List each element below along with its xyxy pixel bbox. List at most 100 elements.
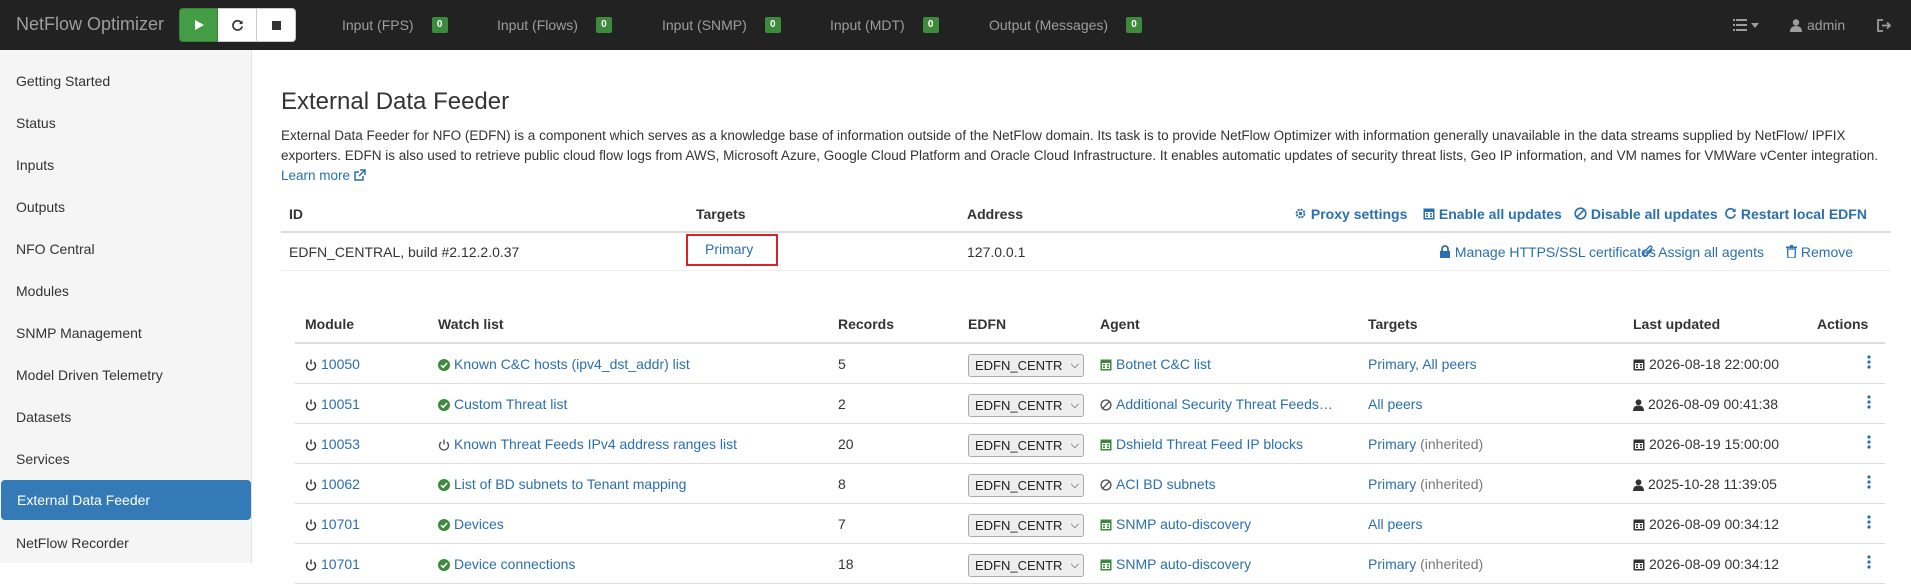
learn-more-link[interactable]: Learn more <box>281 168 366 183</box>
nav-stat-input-mdt[interactable]: Input (MDT) 0 <box>830 0 939 50</box>
targets-link[interactable]: Primary, All peers <box>1368 356 1477 372</box>
proxy-settings-link[interactable]: Proxy settings <box>1294 195 1407 233</box>
table-row: 10051 Custom Threat list 2 EDFN_CENTR ⌵ Addit… <box>295 384 1885 424</box>
watch-list-link[interactable]: Device connections <box>438 544 575 584</box>
nav-stat-input-flows[interactable]: Input (Flows) 0 <box>497 0 612 50</box>
agent-link[interactable]: Dshield Threat Feed IP blocks <box>1100 424 1303 464</box>
edfn-select[interactable]: EDFN_CENTR ⌵ <box>968 433 1084 457</box>
edfn-select-value: EDFN_CENTR <box>975 477 1063 493</box>
sidebar-item-datasets[interactable]: Datasets <box>0 397 251 437</box>
manage-ssl-link[interactable]: Manage HTTPS/SSL certificates <box>1439 233 1656 271</box>
row-actions-menu[interactable] <box>1867 384 1871 424</box>
restart-local-edfn-link[interactable]: Restart local EDFN <box>1724 195 1867 233</box>
sidebar-item-outputs[interactable]: Outputs <box>0 187 251 227</box>
user-menu[interactable]: admin <box>1790 0 1845 50</box>
edfn-select[interactable]: EDFN_CENTR ⌵ <box>968 393 1084 417</box>
sidebar-item-inputs[interactable]: Inputs <box>0 145 251 185</box>
last-updated: 2026-08-09 00:34:12 <box>1633 544 1779 584</box>
stop-button[interactable] <box>257 8 296 42</box>
calendar-icon <box>1100 359 1112 371</box>
count-badge: 0 <box>1126 17 1143 33</box>
targets-cell: All peers <box>1368 384 1422 424</box>
table-row: 10701 Devices 7 EDFN_CENTR ⌵ SNMP auto-discov… <box>295 504 1885 544</box>
targets-link[interactable]: Primary <box>1368 476 1416 492</box>
list-icon <box>1733 19 1747 31</box>
module-link[interactable]: 10701 <box>305 504 360 544</box>
targets-link[interactable]: All peers <box>1368 396 1422 412</box>
start-button[interactable] <box>179 8 218 42</box>
sidebar-item-status[interactable]: Status <box>0 103 251 143</box>
agent-link[interactable]: Additional Security Threat Feeds… <box>1100 384 1333 424</box>
agent-link[interactable]: Botnet C&C list <box>1100 344 1211 384</box>
edfn-select-value: EDFN_CENTR <box>975 437 1063 453</box>
logout-button[interactable] <box>1877 0 1892 50</box>
main-content: External Data Feeder External Data Feede… <box>252 50 1911 584</box>
remove-edfn-link[interactable]: Remove <box>1786 233 1853 271</box>
sidebar-item-getting-started[interactable]: Getting Started <box>0 61 251 101</box>
watch-list-link[interactable]: Known Threat Feeds IPv4 address ranges l… <box>438 424 737 464</box>
module-link[interactable]: 10062 <box>305 464 360 504</box>
row-actions-menu[interactable] <box>1867 344 1871 384</box>
targets-link[interactable]: All peers <box>1368 516 1422 532</box>
module-link[interactable]: 10051 <box>305 384 360 424</box>
watch-list-name: Device connections <box>454 556 576 572</box>
restart-button[interactable] <box>218 8 257 42</box>
sidebar-item-modules[interactable]: Modules <box>0 271 251 311</box>
module-link[interactable]: 10053 <box>305 424 360 464</box>
row-actions-menu[interactable] <box>1867 544 1871 584</box>
edfn-select[interactable]: EDFN_CENTR ⌵ <box>968 553 1084 577</box>
watch-list-link[interactable]: Known C&C hosts (ipv4_dst_addr) list <box>438 344 690 384</box>
targets-link[interactable]: Primary <box>1368 556 1416 572</box>
more-vertical-icon <box>1867 555 1871 569</box>
assign-all-agents-link[interactable]: Assign all agents <box>1642 233 1764 271</box>
row-actions-menu[interactable] <box>1867 504 1871 544</box>
edfn-select-wrap: EDFN_CENTR ⌵ <box>968 384 1084 424</box>
records-count: 7 <box>838 516 846 532</box>
modules-table: Module Watch list Records EDFN Agent Tar… <box>295 304 1885 584</box>
last-updated: 2025-10-28 11:39:05 <box>1633 464 1777 504</box>
edfn-select-wrap: EDFN_CENTR ⌵ <box>968 424 1084 464</box>
more-vertical-icon <box>1867 475 1871 489</box>
edfn-select-wrap: EDFN_CENTR ⌵ <box>968 344 1084 384</box>
disable-all-updates-link[interactable]: Disable all updates <box>1574 195 1718 233</box>
count-badge: 0 <box>595 17 612 33</box>
calendar-icon <box>1633 519 1645 531</box>
header-last-updated: Last updated <box>1633 316 1721 332</box>
modules-table-header: Module Watch list Records EDFN Agent Tar… <box>295 304 1885 344</box>
edfn-select[interactable]: EDFN_CENTR ⌵ <box>968 513 1084 537</box>
nav-stat-input-snmp[interactable]: Input (SNMP) 0 <box>662 0 781 50</box>
last-updated: 2026-08-18 22:00:00 <box>1633 344 1779 384</box>
header-targets: Targets <box>1368 316 1418 332</box>
watch-list-link[interactable]: Custom Threat list <box>438 384 567 424</box>
sidebar-item-model-driven-telemetry[interactable]: Model Driven Telemetry <box>0 355 251 395</box>
chevron-down-icon: ⌵ <box>1070 558 1079 571</box>
edfn-select[interactable]: EDFN_CENTR ⌵ <box>968 353 1084 377</box>
module-link[interactable]: 10050 <box>305 344 360 384</box>
module-link[interactable]: 10701 <box>305 544 360 584</box>
agent-link[interactable]: ACI BD subnets <box>1100 464 1216 504</box>
sidebar-item-nfo-central[interactable]: NFO Central <box>0 229 251 269</box>
watch-list-link[interactable]: List of BD subnets to Tenant mapping <box>438 464 686 504</box>
list-menu-dropdown[interactable] <box>1733 0 1759 50</box>
sidebar-item-netflow-recorder[interactable]: NetFlow Recorder <box>0 523 251 563</box>
edfn-target-primary-link[interactable]: Primary <box>686 234 778 266</box>
edfn-select[interactable]: EDFN_CENTR ⌵ <box>968 473 1084 497</box>
watch-list-link[interactable]: Devices <box>438 504 504 544</box>
agent-link[interactable]: SNMP auto-discovery <box>1100 544 1251 584</box>
targets-cell: Primary (inherited) <box>1368 464 1483 504</box>
records-count: 5 <box>838 356 846 372</box>
nav-stat-output-messages[interactable]: Output (Messages) 0 <box>989 0 1143 50</box>
watch-list-name: List of BD subnets to Tenant mapping <box>454 476 687 492</box>
nav-stat-input-fps[interactable]: Input (FPS) 0 <box>342 0 448 50</box>
targets-link[interactable]: Primary <box>1368 436 1416 452</box>
sidebar-item-external-data-feeder[interactable]: External Data Feeder <box>1 480 251 520</box>
sidebar-item-services[interactable]: Services <box>0 439 251 479</box>
enable-all-updates-link[interactable]: Enable all updates <box>1423 195 1562 233</box>
last-updated: 2026-08-09 00:34:12 <box>1633 504 1779 544</box>
sidebar-item-snmp-management[interactable]: SNMP Management <box>0 313 251 353</box>
header-agent: Agent <box>1100 316 1140 332</box>
row-actions-menu[interactable] <box>1867 464 1871 504</box>
agent-name: SNMP auto-discovery <box>1116 556 1252 572</box>
row-actions-menu[interactable] <box>1867 424 1871 464</box>
agent-link[interactable]: SNMP auto-discovery <box>1100 504 1251 544</box>
